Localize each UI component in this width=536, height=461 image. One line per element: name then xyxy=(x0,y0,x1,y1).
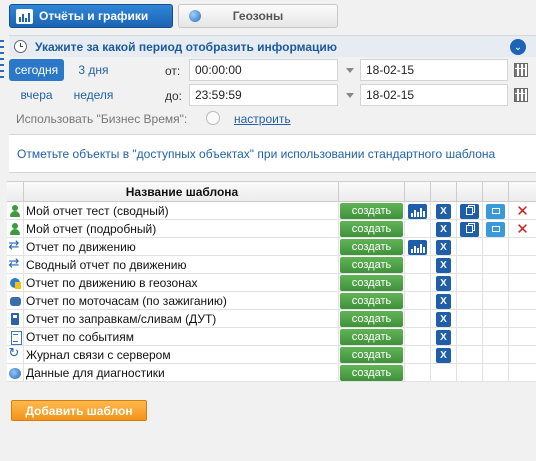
calendar-icon[interactable] xyxy=(514,63,528,77)
create-report-button[interactable]: создать xyxy=(340,221,403,237)
table-row: Отчет по заправкам/сливам (ДУТ) создать X xyxy=(7,310,536,328)
edit-icon[interactable] xyxy=(486,203,505,219)
business-time-radio[interactable] xyxy=(206,111,220,125)
table-row: Отчет по моточасам (по зажиганию) создать… xyxy=(7,292,536,310)
from-date-input[interactable]: 18-02-15 xyxy=(360,59,508,81)
table-row: Сводный отчет по движению создать X xyxy=(7,256,536,274)
excel-export-icon[interactable]: X xyxy=(436,293,451,309)
events-icon xyxy=(9,330,22,345)
configure-link[interactable]: настроить xyxy=(234,112,291,126)
excel-export-icon[interactable]: X xyxy=(436,347,451,363)
delete-icon[interactable]: ✕ xyxy=(515,203,530,220)
template-name: Отчет по моточасам (по зажиганию) xyxy=(26,294,227,308)
create-report-button[interactable]: создать xyxy=(340,239,403,255)
diagnostics-icon xyxy=(8,367,22,380)
table-header: Название шаблона xyxy=(7,182,536,202)
to-time-input[interactable]: 23:59:59 xyxy=(189,84,338,106)
table-row: Мой отчет (подробный) создать X ✕ xyxy=(7,220,536,238)
template-name: Отчет по событиям xyxy=(26,330,134,344)
table-row: Журнал связи с сервером создать X xyxy=(7,346,536,364)
template-name: Отчет по движению xyxy=(26,240,136,254)
excel-export-icon[interactable]: X xyxy=(436,239,451,255)
template-name: Мой отчет тест (сводный) xyxy=(26,204,169,218)
excel-export-icon[interactable]: X xyxy=(436,257,451,273)
chart-icon[interactable] xyxy=(408,239,427,255)
copy-icon[interactable] xyxy=(460,203,479,219)
period-today-button[interactable]: сегодня xyxy=(9,59,64,81)
column-header-template-name: Название шаблона xyxy=(24,182,339,202)
period-yesterday-button[interactable]: вчера xyxy=(9,84,64,106)
panel-resize-handle[interactable] xyxy=(0,38,5,98)
create-report-button[interactable]: создать xyxy=(340,347,403,363)
period-panel-title: Укажите за какой период отобразить инфор… xyxy=(35,39,338,54)
chart-icon xyxy=(16,8,33,24)
table-row: Мой отчет тест (сводный) создать X ✕ xyxy=(7,202,536,220)
table-row: Отчет по движению в геозонах создать X xyxy=(7,274,536,292)
excel-export-icon[interactable]: X xyxy=(436,329,451,345)
to-date-input[interactable]: 18-02-15 xyxy=(360,84,508,106)
template-name: Данные для диагностики xyxy=(26,366,165,380)
create-report-button[interactable]: создать xyxy=(340,275,403,291)
template-name: Мой отчет (подробный) xyxy=(26,222,157,236)
tab-geozones[interactable]: Геозоны xyxy=(178,4,338,28)
templates-table: Название шаблона Мой отчет тест (сводный… xyxy=(7,181,536,382)
movement-icon xyxy=(9,256,22,272)
excel-export-icon[interactable]: X xyxy=(436,203,451,219)
period-week-button[interactable]: неделя xyxy=(66,84,121,106)
collapse-button[interactable]: ⌄ xyxy=(510,39,526,55)
clock-icon xyxy=(14,40,27,53)
template-name: Отчет по движению в геозонах xyxy=(26,276,198,290)
create-report-button[interactable]: создать xyxy=(340,257,403,273)
user-icon xyxy=(9,204,22,218)
table-row: Отчет по событиям создать X xyxy=(7,328,536,346)
period-3days-button[interactable]: 3 дня xyxy=(66,59,121,81)
table-row: Данные для диагностики создать xyxy=(7,364,536,382)
from-label: от: xyxy=(165,64,181,78)
globe-icon xyxy=(189,10,201,22)
tab-reports[interactable]: Отчёты и графики xyxy=(9,4,173,28)
add-template-button[interactable]: Добавить шаблон xyxy=(11,400,147,421)
template-name: Журнал связи с сервером xyxy=(26,348,171,362)
chart-icon[interactable] xyxy=(408,203,427,219)
to-date-dropdown-icon[interactable] xyxy=(341,84,359,106)
refresh-icon xyxy=(9,346,22,362)
user-icon xyxy=(9,222,22,236)
edit-icon[interactable] xyxy=(486,221,505,237)
calendar-icon[interactable] xyxy=(514,88,528,102)
to-label: до: xyxy=(165,89,183,103)
create-report-button[interactable]: создать xyxy=(340,311,403,327)
movement-icon xyxy=(9,238,22,254)
top-tabs: Отчёты и графики Геозоны xyxy=(9,4,338,28)
from-date-dropdown-icon[interactable] xyxy=(341,59,359,81)
table-row: Отчет по движению создать X xyxy=(7,238,536,256)
engine-icon xyxy=(9,295,22,308)
delete-icon[interactable]: ✕ xyxy=(515,221,530,238)
create-report-button[interactable]: создать xyxy=(340,365,403,381)
copy-icon[interactable] xyxy=(460,221,479,237)
tab-geozones-label: Геозоны xyxy=(232,9,284,23)
excel-export-icon[interactable]: X xyxy=(436,311,451,327)
template-name: Отчет по заправкам/сливам (ДУТ) xyxy=(26,312,217,326)
create-report-button[interactable]: создать xyxy=(340,329,403,345)
business-time-label: Использовать "Бизнес Время": xyxy=(16,112,188,126)
excel-export-icon[interactable]: X xyxy=(436,221,451,237)
create-report-button[interactable]: создать xyxy=(340,203,403,219)
create-report-button[interactable]: создать xyxy=(340,293,403,309)
fuel-icon xyxy=(9,312,22,326)
tab-reports-label: Отчёты и графики xyxy=(39,9,149,23)
standard-template-note: Отметьте объекты в "доступных объектах" … xyxy=(9,134,536,173)
note-text: Отметьте объекты в "доступных объектах" … xyxy=(17,146,496,161)
from-time-input[interactable]: 00:00:00 xyxy=(189,59,338,81)
period-panel-header: Укажите за какой период отобразить инфор… xyxy=(9,35,536,57)
geozone-icon xyxy=(9,277,22,290)
template-name: Сводный отчет по движению xyxy=(26,258,187,272)
excel-export-icon[interactable]: X xyxy=(436,275,451,291)
